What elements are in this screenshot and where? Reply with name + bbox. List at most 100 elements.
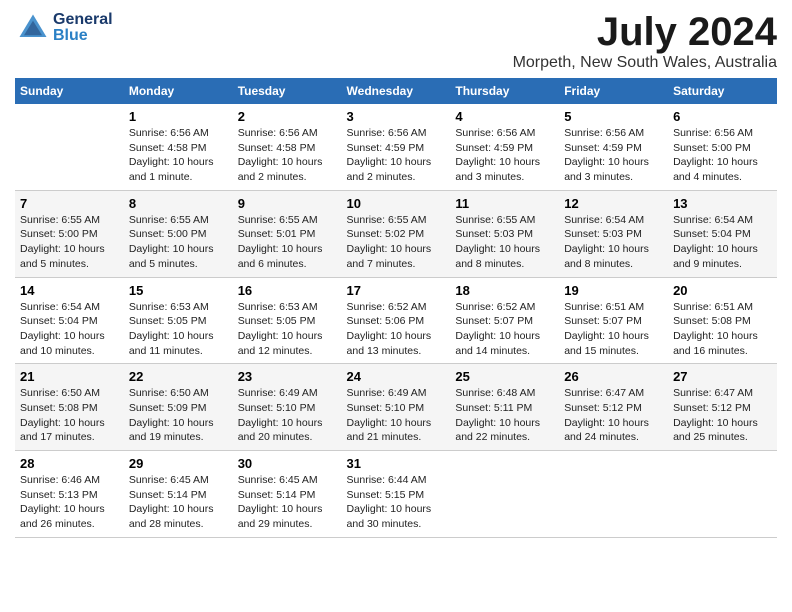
daylight-text: Daylight: 10 hours and 25 minutes.	[673, 417, 758, 444]
day-number: 13	[673, 196, 772, 211]
sunrise-text: Sunrise: 6:45 AM	[238, 474, 318, 486]
day-number: 26	[564, 369, 663, 384]
day-number: 11	[455, 196, 554, 211]
day-info: Sunrise: 6:44 AMSunset: 5:15 PMDaylight:…	[347, 473, 446, 532]
daylight-text: Daylight: 10 hours and 16 minutes.	[673, 330, 758, 357]
sunset-text: Sunset: 5:04 PM	[673, 228, 751, 240]
sunrise-text: Sunrise: 6:48 AM	[455, 387, 535, 399]
logo-general-text: General	[53, 12, 113, 28]
calendar-cell: 26Sunrise: 6:47 AMSunset: 5:12 PMDayligh…	[559, 364, 668, 451]
day-info: Sunrise: 6:45 AMSunset: 5:14 PMDaylight:…	[129, 473, 228, 532]
column-header-sunday: Sunday	[15, 78, 124, 104]
daylight-text: Daylight: 10 hours and 6 minutes.	[238, 243, 323, 270]
sunrise-text: Sunrise: 6:56 AM	[347, 127, 427, 139]
day-number: 29	[129, 456, 228, 471]
day-number: 31	[347, 456, 446, 471]
sunset-text: Sunset: 5:03 PM	[564, 228, 642, 240]
daylight-text: Daylight: 10 hours and 7 minutes.	[347, 243, 432, 270]
calendar-cell: 24Sunrise: 6:49 AMSunset: 5:10 PMDayligh…	[342, 364, 451, 451]
sunset-text: Sunset: 5:12 PM	[564, 402, 642, 414]
sunrise-text: Sunrise: 6:56 AM	[129, 127, 209, 139]
sunrise-text: Sunrise: 6:54 AM	[20, 301, 100, 313]
sunset-text: Sunset: 5:04 PM	[20, 315, 98, 327]
column-header-monday: Monday	[124, 78, 233, 104]
calendar-cell: 1Sunrise: 6:56 AMSunset: 4:58 PMDaylight…	[124, 104, 233, 190]
sunrise-text: Sunrise: 6:55 AM	[20, 214, 100, 226]
day-number: 15	[129, 283, 228, 298]
calendar-cell: 13Sunrise: 6:54 AMSunset: 5:04 PMDayligh…	[668, 190, 777, 277]
sunrise-text: Sunrise: 6:52 AM	[455, 301, 535, 313]
sunrise-text: Sunrise: 6:45 AM	[129, 474, 209, 486]
daylight-text: Daylight: 10 hours and 26 minutes.	[20, 503, 105, 530]
calendar-cell: 25Sunrise: 6:48 AMSunset: 5:11 PMDayligh…	[450, 364, 559, 451]
daylight-text: Daylight: 10 hours and 2 minutes.	[347, 156, 432, 183]
sunset-text: Sunset: 5:01 PM	[238, 228, 316, 240]
calendar-cell	[668, 451, 777, 538]
daylight-text: Daylight: 10 hours and 4 minutes.	[673, 156, 758, 183]
subtitle: Morpeth, New South Wales, Australia	[513, 54, 777, 72]
calendar-cell: 20Sunrise: 6:51 AMSunset: 5:08 PMDayligh…	[668, 277, 777, 364]
day-info: Sunrise: 6:48 AMSunset: 5:11 PMDaylight:…	[455, 386, 554, 445]
day-info: Sunrise: 6:45 AMSunset: 5:14 PMDaylight:…	[238, 473, 337, 532]
sunset-text: Sunset: 5:10 PM	[238, 402, 316, 414]
sunset-text: Sunset: 4:59 PM	[564, 142, 642, 154]
calendar-cell: 31 Sunrise: 6:44 AMSunset: 5:15 PMDayligh…	[342, 451, 451, 538]
daylight-text: Daylight: 10 hours and 5 minutes.	[20, 243, 105, 270]
sunrise-text: Sunrise: 6:47 AM	[564, 387, 644, 399]
calendar-cell: 8Sunrise: 6:55 AMSunset: 5:00 PMDaylight…	[124, 190, 233, 277]
sunrise-text: Sunrise: 6:52 AM	[347, 301, 427, 313]
sunrise-text: Sunrise: 6:56 AM	[673, 127, 753, 139]
sunrise-text: Sunrise: 6:56 AM	[238, 127, 318, 139]
day-info: Sunrise: 6:55 AM Sunset: 5:01 PM Daylight:…	[238, 213, 337, 272]
day-number: 16	[238, 283, 337, 298]
daylight-text: Daylight: 10 hours and 1 minute.	[129, 156, 214, 183]
daylight-text: Daylight: 10 hours and 11 minutes.	[129, 330, 214, 357]
daylight-text: Daylight: 10 hours and 8 minutes.	[564, 243, 649, 270]
page-header: General Blue July 2024 Morpeth, New Sout…	[15, 10, 777, 72]
day-number: 7	[20, 196, 119, 211]
calendar-cell: 14Sunrise: 6:54 AMSunset: 5:04 PMDayligh…	[15, 277, 124, 364]
sunset-text: Sunset: 5:08 PM	[673, 315, 751, 327]
logo: General Blue	[15, 10, 113, 46]
sunrise-text: Sunrise: 6:53 AM	[129, 301, 209, 313]
day-info: Sunrise: 6:55 AMSunset: 5:00 PMDaylight:…	[129, 213, 228, 272]
sunset-text: Sunset: 5:07 PM	[564, 315, 642, 327]
calendar-cell	[450, 451, 559, 538]
sunrise-text: Sunrise: 6:56 AM	[455, 127, 535, 139]
daylight-text: Daylight: 10 hours and 3 minutes.	[455, 156, 540, 183]
calendar-week-row: 14 Sunrise: 6:54 AM Sunset: 5:04 PM Dayligh…	[15, 277, 777, 364]
column-header-tuesday: Tuesday	[233, 78, 342, 104]
day-number: 22	[129, 369, 228, 384]
calendar-cell: 7Sunrise: 6:55 AMSunset: 5:00 PMDaylight…	[15, 190, 124, 277]
calendar-header-row: SundayMondayTuesdayWednesdayThursdayFrid…	[15, 78, 777, 104]
sunset-text: Sunset: 5:13 PM	[20, 489, 98, 501]
daylight-text: Daylight: 10 hours and 13 minutes.	[347, 330, 432, 357]
calendar-cell: 16Sunrise: 6:53 AMSunset: 5:05 PMDayligh…	[233, 277, 342, 364]
calendar-cell: 29 Sunrise: 6:45 AMSunset: 5:14 PMDayligh…	[124, 451, 233, 538]
sunrise-text: Sunrise: 6:55 AM	[238, 214, 318, 226]
day-info: Sunrise: 6:56 AMSunset: 4:59 PMDaylight:…	[347, 126, 446, 185]
sunset-text: Sunset: 5:08 PM	[20, 402, 98, 414]
day-info: Sunrise: 6:52 AMSunset: 5:06 PMDaylight:…	[347, 300, 446, 359]
sunset-text: Sunset: 5:14 PM	[238, 489, 316, 501]
sunset-text: Sunset: 5:09 PM	[129, 402, 207, 414]
sunrise-text: Sunrise: 6:51 AM	[673, 301, 753, 313]
day-info: Sunrise: 6:55 AMSunset: 5:03 PMDaylight:…	[455, 213, 554, 272]
sunrise-text: Sunrise: 6:54 AM	[564, 214, 644, 226]
sunset-text: Sunset: 5:05 PM	[238, 315, 316, 327]
column-header-thursday: Thursday	[450, 78, 559, 104]
day-number: 28	[20, 456, 119, 471]
sunset-text: Sunset: 5:11 PM	[455, 402, 532, 414]
daylight-text: Daylight: 10 hours and 12 minutes.	[238, 330, 323, 357]
sunset-text: Sunset: 5:05 PM	[129, 315, 207, 327]
day-info: Sunrise: 6:56 AMSunset: 4:59 PMDaylight:…	[564, 126, 663, 185]
calendar-cell: 2Sunrise: 6:56 AMSunset: 4:58 PMDaylight…	[233, 104, 342, 190]
day-info: Sunrise: 6:47 AMSunset: 5:12 PMDaylight:…	[564, 386, 663, 445]
sunrise-text: Sunrise: 6:55 AM	[455, 214, 535, 226]
daylight-text: Daylight: 10 hours and 28 minutes.	[129, 503, 214, 530]
sunrise-text: Sunrise: 6:49 AM	[238, 387, 318, 399]
sunset-text: Sunset: 4:58 PM	[238, 142, 316, 154]
day-info: Sunrise: 6:55 AMSunset: 5:02 PMDaylight:…	[347, 213, 446, 272]
daylight-text: Daylight: 10 hours and 21 minutes.	[347, 417, 432, 444]
day-number: 14	[20, 283, 119, 298]
